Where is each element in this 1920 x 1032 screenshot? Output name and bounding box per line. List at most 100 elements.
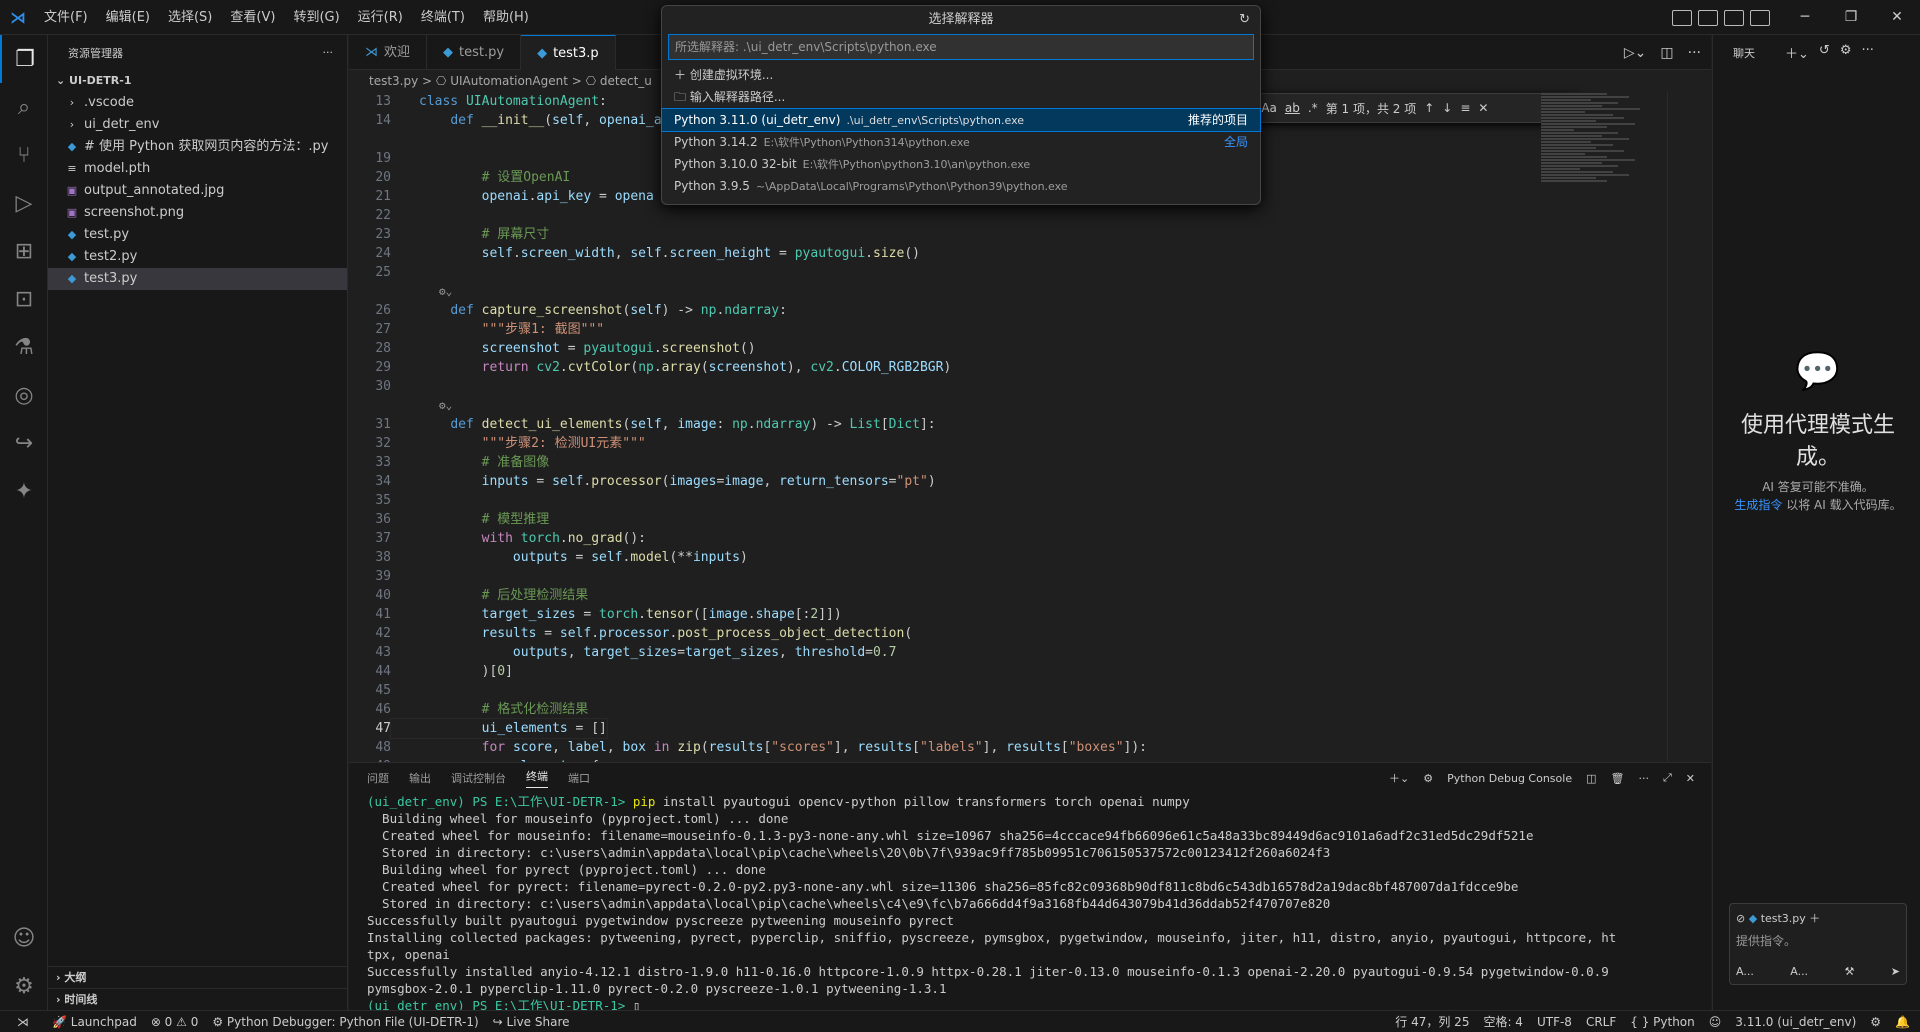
previous-match-icon[interactable]: ↑ [1424, 101, 1434, 115]
kill-terminal-icon[interactable]: 🗑 [1611, 772, 1625, 785]
close-panel-icon[interactable]: ✕ [1686, 772, 1695, 785]
testing-icon[interactable]: ⚗ [0, 323, 48, 371]
search-icon[interactable]: ⌕ [0, 83, 48, 131]
indentation[interactable]: 空格: 4 [1483, 1013, 1523, 1030]
notifications-icon[interactable]: 🔔 [1895, 1015, 1910, 1029]
menu-view[interactable]: 查看(V) [222, 0, 283, 35]
run-debug-icon[interactable]: ▷ [0, 179, 48, 227]
toggle-secondary-sidebar-icon[interactable] [1750, 9, 1770, 26]
send-icon[interactable]: ➤ [1891, 965, 1900, 978]
close-find-icon[interactable]: ✕ [1478, 101, 1488, 115]
chat-context-file[interactable]: test3.py [1761, 912, 1806, 925]
minimap[interactable] [1541, 92, 1651, 762]
new-chat-icon[interactable]: ＋⌄ [1785, 43, 1809, 62]
menu-run[interactable]: 运行(R) [350, 0, 411, 35]
python-interpreter[interactable]: 3.11.0 (ui_detr_env) [1735, 1015, 1856, 1029]
problems-count[interactable]: ⊗ 0 ⚠ 0 [151, 1015, 199, 1029]
tab-test-py[interactable]: ◆ test.py [427, 35, 522, 70]
history-icon[interactable]: ↺ [1819, 43, 1830, 62]
tab-output[interactable]: 输出 [409, 770, 431, 786]
explorer-icon[interactable]: ❐ [0, 35, 48, 83]
tab-test3-py[interactable]: ◆ test3.p [521, 35, 616, 70]
launchpad-item[interactable]: 🚀 Launchpad [52, 1015, 137, 1029]
editor-scrollbar[interactable] [1667, 92, 1681, 762]
minimize-icon[interactable]: ─ [1782, 0, 1828, 35]
tab-problems[interactable]: 问题 [367, 770, 389, 786]
codelens-gear-icon[interactable]: ⚙⌄ [349, 396, 1579, 415]
split-editor-icon[interactable]: ◫ [1660, 45, 1673, 61]
cursor-position[interactable]: 行 47，列 25 [1395, 1013, 1469, 1030]
encoding[interactable]: UTF-8 [1537, 1015, 1572, 1029]
interpreter-option[interactable]: Python 3.14.2 E:\软件\Python\Python314\pyth… [662, 131, 1260, 153]
find-in-selection-icon[interactable]: ≡ [1460, 101, 1470, 115]
menu-terminal[interactable]: 终端(T) [413, 0, 473, 35]
next-match-icon[interactable]: ↓ [1442, 101, 1452, 115]
chat-tab[interactable]: 聊天 [1733, 45, 1755, 61]
interpreter-option[interactable]: Python 3.11.0 (ui_detr_env) .\ui_detr_env… [661, 108, 1261, 132]
editor-more-icon[interactable]: ··· [1688, 45, 1701, 61]
debugger-item[interactable]: ⚙ Python Debugger: Python File (UI-DETR-… [212, 1015, 478, 1029]
menu-go[interactable]: 转到(G) [285, 0, 347, 35]
toggle-panel-icon[interactable] [1724, 9, 1744, 26]
copilot-status-icon[interactable]: ⚙ [1870, 1015, 1881, 1029]
menu-file[interactable]: 文件(F) [36, 0, 96, 35]
chat-input[interactable]: 提供指令。 [1736, 932, 1900, 949]
chat-mode-dropdown[interactable]: A... [1736, 965, 1754, 978]
match-case-toggle[interactable]: Aa [1261, 101, 1277, 115]
python-icon[interactable]: ✦ [0, 467, 48, 515]
timeline-section[interactable]: › 时间线 [48, 988, 348, 1010]
more-actions-icon[interactable]: ··· [323, 46, 334, 59]
workspace-root[interactable]: ⌄ UI-DETR-1 [48, 70, 347, 92]
regex-toggle[interactable]: .* [1308, 101, 1318, 115]
live-share-item[interactable]: ↪ Live Share [493, 1015, 570, 1029]
menu-selection[interactable]: 选择(S) [160, 0, 220, 35]
remote-explorer-icon[interactable]: ⊡ [0, 275, 48, 323]
menu-help[interactable]: 帮助(H) [475, 0, 537, 35]
remote-indicator-icon[interactable]: ⋊ [8, 1015, 38, 1029]
account-icon[interactable]: ☺ [0, 914, 48, 962]
terminal-output[interactable]: (ui_detr_env) PS E:\工作\UI-DETR-1> pip in… [367, 793, 1697, 1014]
tree-folder[interactable]: › .vscode [48, 92, 347, 114]
tree-file[interactable]: ▣ screenshot.png [48, 202, 347, 224]
tab-debug-console[interactable]: 调试控制台 [451, 770, 506, 786]
refresh-icon[interactable]: ↻ [1239, 6, 1250, 34]
chat-settings-icon[interactable]: ⚙ [1840, 43, 1852, 62]
interpreter-option[interactable]: Python 3.10.0 32-bit E:\软件\Python\python3… [662, 153, 1260, 175]
panel-more-icon[interactable]: ··· [1638, 772, 1649, 785]
interpreter-option[interactable]: Python 3.9.5 ~\AppData\Local\Programs\Pyt… [662, 175, 1260, 197]
customize-layout-icon[interactable] [1672, 9, 1692, 26]
terminal-name[interactable]: Python Debug Console [1447, 772, 1572, 785]
tree-file[interactable]: ≡ model.pth [48, 158, 347, 180]
settings-gear-icon[interactable]: ⚙ [0, 962, 48, 1010]
language-mode[interactable]: { } Python [1630, 1015, 1695, 1029]
source-control-icon[interactable]: ⑂ [0, 131, 48, 179]
tab-ports[interactable]: 端口 [568, 770, 590, 786]
generate-instructions-link[interactable]: 生成指令 [1734, 498, 1782, 512]
line-ending[interactable]: CRLF [1586, 1015, 1616, 1029]
close-icon[interactable]: ✕ [1874, 0, 1920, 35]
tree-file-selected[interactable]: ◆ test3.py [48, 268, 347, 290]
extensions-icon[interactable]: ⊞ [0, 227, 48, 275]
tools-icon[interactable]: ⚒ [1844, 965, 1854, 978]
tree-folder[interactable]: › ui_detr_env [48, 114, 347, 136]
create-venv-action[interactable]: ＋ 创建虚拟环境... [662, 64, 1260, 86]
toggle-primary-sidebar-icon[interactable] [1698, 9, 1718, 26]
codelens-gear-icon[interactable]: ⚙⌄ [349, 282, 1579, 301]
tree-file[interactable]: ◆ test.py [48, 224, 347, 246]
new-terminal-icon[interactable]: ＋⌄ [1389, 770, 1409, 786]
menu-edit[interactable]: 编辑(E) [98, 0, 158, 35]
attach-icon[interactable]: ⊘ [1736, 912, 1745, 925]
git-graph-icon[interactable]: ◎ [0, 371, 48, 419]
maximize-panel-icon[interactable]: ⤢ [1663, 771, 1672, 785]
tree-file[interactable]: ◆ test2.py [48, 246, 347, 268]
tab-terminal[interactable]: 终端 [526, 768, 548, 788]
split-terminal-icon[interactable]: ◫ [1586, 772, 1596, 785]
chat-model-dropdown[interactable]: A... [1790, 965, 1808, 978]
copilot-icon[interactable]: ☺ [1709, 1015, 1722, 1029]
chat-input-box[interactable]: ⊘ ◆ test3.py ＋ 提供指令。 A... A... ⚒ ➤ [1729, 903, 1907, 985]
chat-more-icon[interactable]: ··· [1861, 43, 1873, 62]
tab-welcome[interactable]: ⋊ 欢迎 [349, 35, 428, 70]
enter-interpreter-path-action[interactable]: 🗀 输入解释器路径... [662, 86, 1260, 108]
run-python-icon[interactable]: ▷⌄ [1624, 45, 1647, 61]
outline-section[interactable]: › 大纲 [48, 966, 348, 988]
